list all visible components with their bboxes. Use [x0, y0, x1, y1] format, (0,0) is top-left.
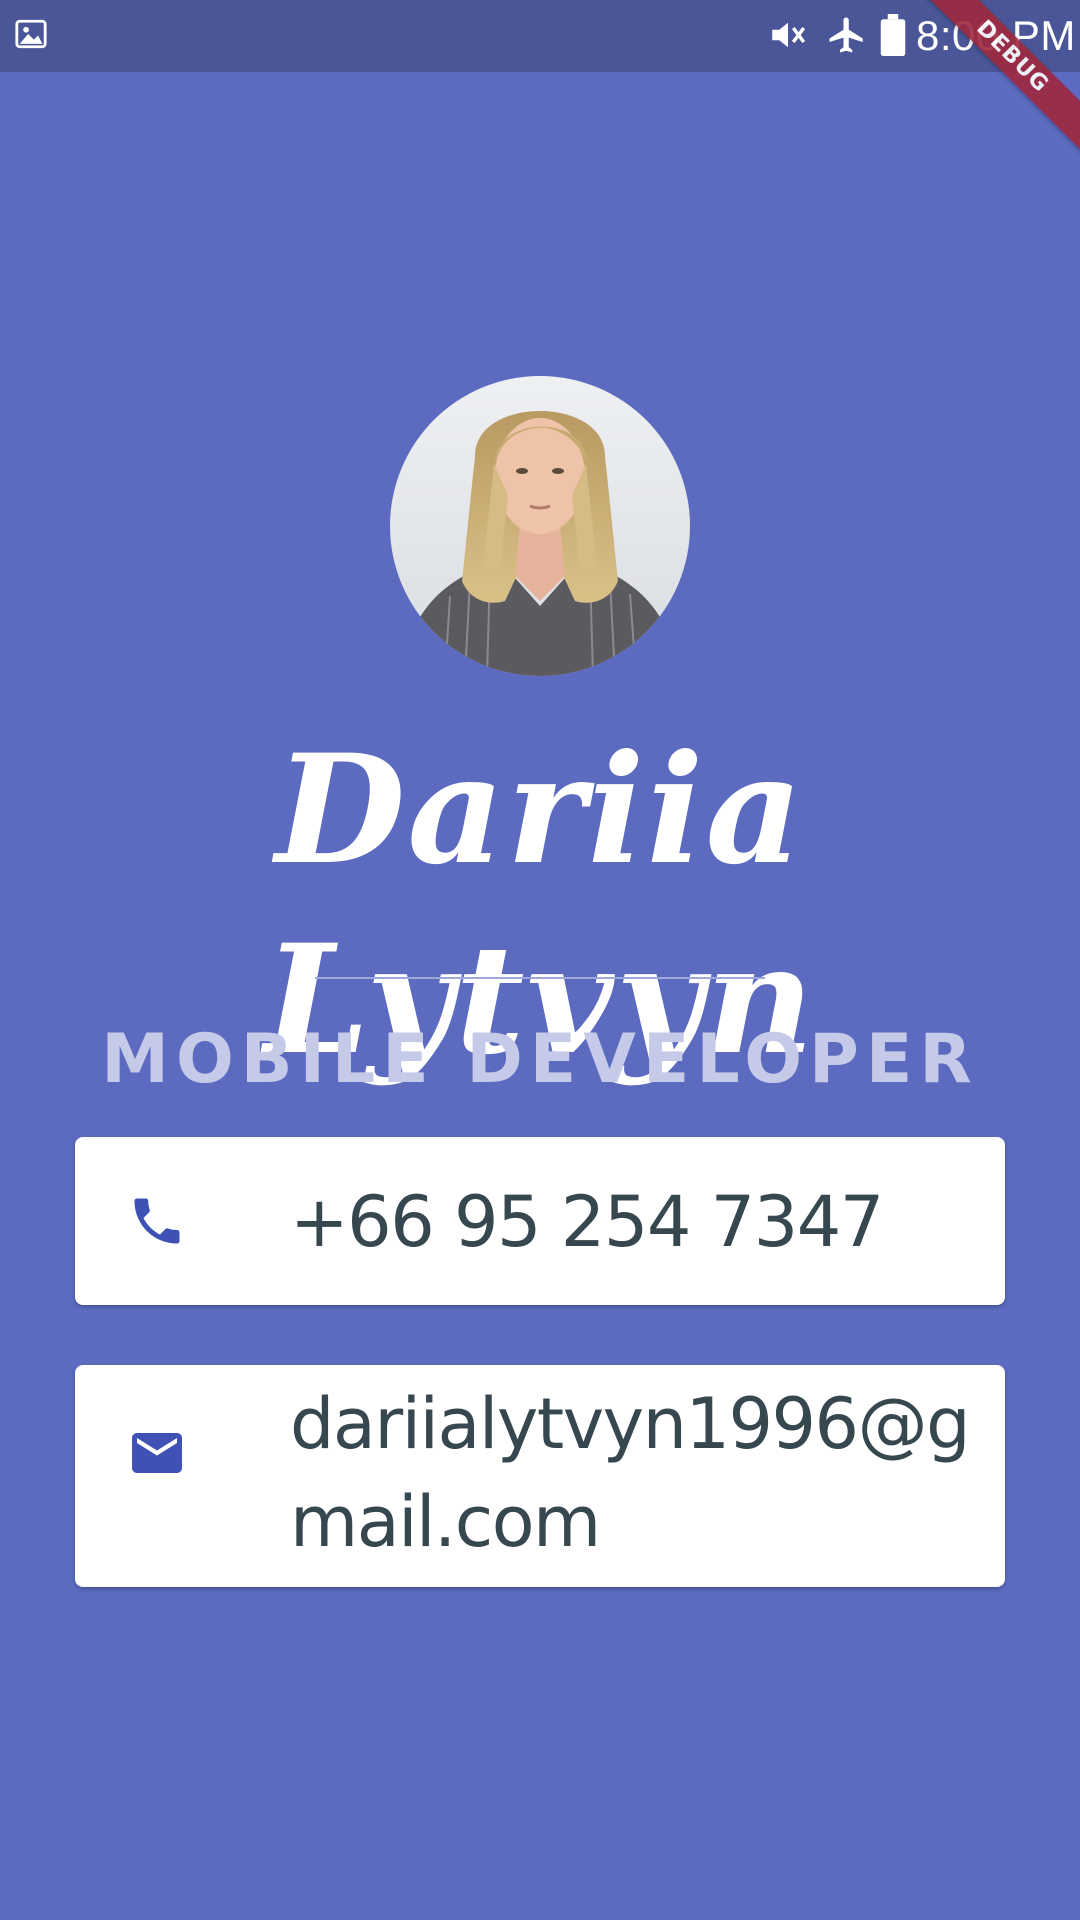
- email-address: dariialytvyn1996@gmail.com: [290, 1383, 971, 1563]
- phone-card[interactable]: +66 95 254 7347: [75, 1137, 1005, 1305]
- divider: [315, 977, 765, 979]
- avatar: [390, 376, 690, 676]
- email-icon: [132, 1433, 182, 1473]
- gallery-icon: [15, 19, 47, 49]
- airplane-mode-icon: [829, 17, 863, 53]
- phone-number: +66 95 254 7347: [290, 1181, 884, 1263]
- avatar-photo: [390, 376, 690, 676]
- status-bar: 8:00 PM: [0, 0, 1080, 72]
- phone-icon: [134, 1198, 180, 1244]
- battery-icon: [880, 14, 906, 56]
- email-card[interactable]: dariialytvyn1996@gmail.com: [75, 1365, 1005, 1587]
- job-title: MOBILE DEVELOPER: [101, 1020, 979, 1099]
- business-card-screen: 8:00 PM DEBUG: [0, 0, 1080, 1920]
- mute-icon: [772, 22, 806, 48]
